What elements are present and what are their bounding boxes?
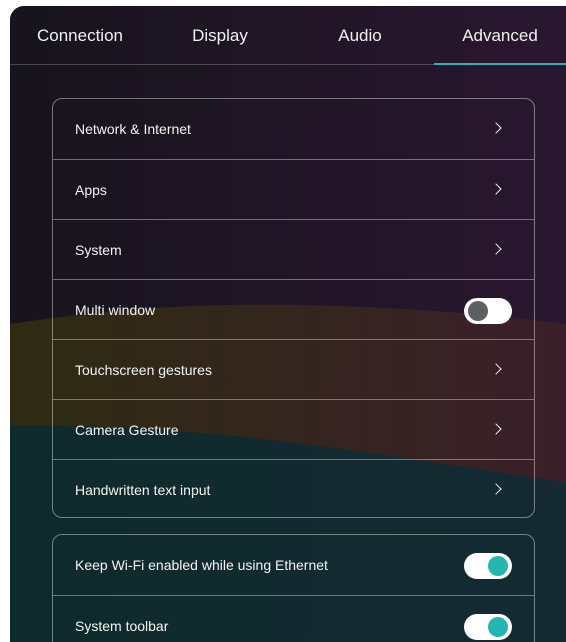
row-camera-gesture[interactable]: Camera Gesture [53,399,534,459]
row-system[interactable]: System [53,219,534,279]
active-tab-indicator [434,63,566,65]
row-label: Camera Gesture [75,422,179,438]
row-label: Keep Wi-Fi enabled while using Ethernet [75,557,328,573]
keep-wifi-toggle[interactable] [464,553,512,579]
chevron-right-icon [490,423,502,435]
row-label: System [75,242,122,258]
row-label: System toolbar [75,618,169,634]
chevron-right-icon [490,183,502,195]
toggle-knob [488,617,508,637]
row-network-internet[interactable]: Network & Internet [53,99,534,159]
toggle-knob [488,556,508,576]
chevron-right-icon [490,483,502,495]
row-label: Network & Internet [75,121,191,137]
tab-display[interactable]: Display [150,6,290,64]
row-label: Touchscreen gestures [75,362,212,378]
chevron-right-icon [490,122,502,134]
chevron-right-icon [490,363,502,375]
multi-window-toggle[interactable] [464,298,512,324]
chevron-right-icon [490,243,502,255]
tab-bar: Connection Display Audio Advanced [10,6,566,65]
advanced-settings-list: Network & Internet Apps System Multi win… [52,98,535,518]
tab-audio[interactable]: Audio [290,6,430,64]
row-multi-window: Multi window [53,279,534,339]
tab-connection[interactable]: Connection [10,6,150,64]
settings-panel: Connection Display Audio Advanced Networ… [10,6,566,642]
row-touchscreen-gestures[interactable]: Touchscreen gestures [53,339,534,399]
toggle-knob [468,301,488,321]
row-system-toolbar: System toolbar [53,595,534,642]
tab-advanced[interactable]: Advanced [434,6,566,64]
toggle-settings-list: Keep Wi-Fi enabled while using Ethernet … [52,534,535,642]
system-toolbar-toggle[interactable] [464,614,512,640]
row-label: Apps [75,182,107,198]
row-handwritten-text-input[interactable]: Handwritten text input [53,459,534,517]
row-apps[interactable]: Apps [53,159,534,219]
row-keep-wifi: Keep Wi-Fi enabled while using Ethernet [53,535,534,595]
row-label: Handwritten text input [75,482,211,498]
row-label: Multi window [75,302,156,318]
